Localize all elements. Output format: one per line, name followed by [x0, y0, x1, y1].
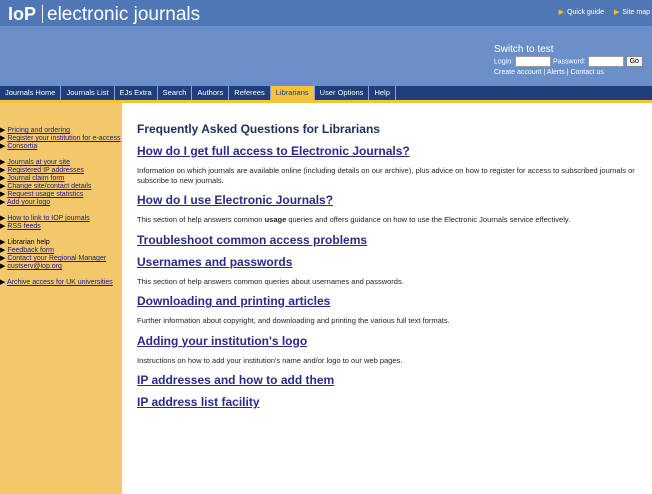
faq-heading-link[interactable]: How do I get full access to Electronic J…: [137, 144, 647, 158]
nav-tab-referees[interactable]: Referees: [229, 86, 271, 100]
sidebar-item-label[interactable]: How to link to IOP journals: [7, 215, 89, 222]
faq-section: Downloading and printing articles Further…: [137, 294, 647, 326]
contact-us-link[interactable]: Contact us: [570, 69, 603, 76]
nav-tab-journals-home[interactable]: Journals Home: [0, 86, 62, 100]
iop-logo-mark: IoP: [8, 4, 37, 24]
faq-section: IP addresses and how to add them: [137, 373, 647, 387]
go-button[interactable]: Go: [625, 56, 643, 67]
faq-section: Adding your institution's logo Instructio…: [137, 334, 647, 366]
brand-bar: IoP electronic journals ▶ Quick guide ▶ Sit…: [0, 0, 652, 26]
sidebar-group: ▶ Journals at your site ▶ Registered IP a…: [0, 159, 122, 207]
sidebar-item[interactable]: ▶ Register your institution for e-access: [0, 135, 122, 143]
faq-text-part: This section of help answers common: [137, 215, 265, 224]
sidebar-item[interactable]: ▶ custserv@iop.org: [0, 263, 122, 271]
password-label: Password:: [552, 58, 586, 66]
nav-tab-ejs-extra[interactable]: EJs Extra: [115, 86, 158, 100]
faq-description: This section of help answers common quer…: [137, 276, 404, 286]
triangle-right-icon: ▶: [558, 9, 565, 16]
main-content: Frequently Asked Questions for Librarian…: [137, 122, 647, 417]
faq-description: Information on which journals are availa…: [137, 166, 635, 185]
faq-description: Further information about copyright, and…: [137, 316, 450, 325]
faq-section: How do I use Electronic Journals? This se…: [137, 193, 647, 225]
sidebar-item[interactable]: ▶ Feedback form: [0, 247, 122, 255]
sidebar-item-label[interactable]: Change site/contact details: [7, 183, 91, 190]
sidebar-item: ▶ Librarian help: [0, 239, 122, 247]
logo-divider: [42, 5, 44, 23]
faq-heading-link[interactable]: Downloading and printing articles: [137, 294, 647, 308]
triangle-right-icon: ▶: [0, 279, 7, 286]
sidebar-group: ▶ How to link to IOP journals ▶ RSS feeds: [0, 215, 122, 231]
nav-tab-search[interactable]: Search: [158, 86, 193, 100]
faq-section: Troubleshoot common access problems: [137, 233, 647, 247]
main-nav: Journals Home Journals List EJs Extra Searc…: [0, 86, 652, 103]
faq-heading-link[interactable]: Troubleshoot common access problems: [137, 233, 647, 247]
sidebar-item-label[interactable]: Consortia: [7, 143, 37, 150]
login-form: Login: Password: Go: [494, 56, 643, 67]
sidebar-item[interactable]: ▶ Request usage statistics: [0, 191, 122, 199]
faq-heading-link[interactable]: Usernames and passwords: [137, 255, 647, 269]
sidebar-item[interactable]: ▶ Registered IP addresses: [0, 167, 122, 175]
faq-section: How do I get full access to Electronic J…: [137, 144, 647, 185]
sidebar-item-label[interactable]: Feedback form: [7, 247, 54, 254]
sidebar-group: ▶ Archive access for UK universities: [0, 279, 122, 287]
top-links: ▶ Quick guide ▶ Site map: [551, 8, 650, 16]
faq-heading-link[interactable]: How do I use Electronic Journals?: [137, 193, 647, 207]
nav-tab-user-options[interactable]: User Options: [315, 86, 370, 100]
sidebar-item-label[interactable]: Registered IP addresses: [7, 167, 84, 174]
faq-text-bold: usage: [264, 215, 287, 224]
site-title: electronic journals: [47, 4, 201, 25]
quick-guide-link[interactable]: Quick guide: [567, 9, 604, 16]
faq-section: Usernames and passwords This section of h…: [137, 255, 647, 287]
sidebar: ▶ Pricing and ordering ▶ Register your in…: [0, 103, 122, 494]
site-logo[interactable]: IoP electronic journals: [8, 4, 200, 26]
sidebar-item[interactable]: ▶ Contact your Regional Manager: [0, 255, 122, 263]
sidebar-item-label[interactable]: Archive access for UK universities: [7, 279, 113, 286]
faq-description: Instructions on how to add your institut…: [137, 355, 403, 365]
sidebar-item-label[interactable]: Add your logo: [7, 199, 50, 206]
faq-heading-link[interactable]: Adding your institution's logo: [137, 334, 647, 348]
sidebar-item[interactable]: ▶ How to link to IOP journals: [0, 215, 122, 223]
login-label: Login:: [494, 58, 514, 66]
page-title: Frequently Asked Questions for Librarian…: [137, 122, 380, 136]
sidebar-item-label[interactable]: Contact your Regional Manager: [7, 255, 106, 262]
site-header: IoP electronic journals ▶ Quick guide ▶ Sit…: [0, 0, 652, 86]
nav-tab-authors[interactable]: Authors: [192, 86, 230, 100]
sidebar-item-label[interactable]: Pricing and ordering: [7, 127, 70, 134]
sidebar-item[interactable]: ▶ Pricing and ordering: [0, 127, 122, 135]
nav-tab-librarians[interactable]: Librarians: [270, 86, 315, 100]
alerts-link[interactable]: Alerts: [547, 69, 565, 76]
account-links: Create account | Alerts | Contact us: [494, 69, 604, 76]
sidebar-item[interactable]: ▶ RSS feeds: [0, 223, 122, 231]
faq-section: IP address list facility: [137, 395, 647, 409]
switch-to-test-link[interactable]: Switch to test: [494, 44, 553, 55]
faq-heading-link[interactable]: IP address list facility: [137, 395, 647, 409]
nav-tab-help[interactable]: Help: [369, 86, 396, 100]
sidebar-item[interactable]: ▶ Journals at your site: [0, 159, 122, 167]
create-account-link[interactable]: Create account: [494, 69, 541, 76]
faq-description: This section of help answers common usag…: [137, 215, 647, 225]
sidebar-item[interactable]: ▶ Add your logo: [0, 199, 122, 207]
password-input[interactable]: [587, 56, 624, 67]
triangle-right-icon: ▶: [613, 9, 620, 16]
faq-heading-link[interactable]: IP addresses and how to add them: [137, 373, 647, 387]
sidebar-item-label[interactable]: Journals at your site: [7, 159, 70, 166]
sidebar-item-label[interactable]: RSS feeds: [7, 223, 40, 230]
login-input[interactable]: [515, 56, 552, 67]
sidebar-group: ▶ Pricing and ordering ▶ Register your in…: [0, 127, 122, 151]
sidebar-item-label[interactable]: custserv@iop.org: [7, 263, 62, 270]
sidebar-group: ▶ Librarian help ▶ Feedback form ▶ Contact…: [0, 239, 122, 271]
sidebar-item-label[interactable]: Register your institution for e-access: [7, 135, 120, 142]
faq-text-part: queries and offers guidance on how to us…: [286, 215, 571, 224]
sidebar-item-label: Librarian help: [7, 239, 50, 246]
nav-tab-journals-list[interactable]: Journals List: [61, 86, 115, 100]
triangle-right-icon: ▶: [0, 199, 7, 206]
sidebar-item[interactable]: ▶ Change site/contact details: [0, 183, 122, 191]
sidebar-item-label[interactable]: Request usage statistics: [7, 191, 83, 198]
sidebar-item[interactable]: ▶ Archive access for UK universities: [0, 279, 122, 287]
sidebar-item[interactable]: ▶ Journal claim form: [0, 175, 122, 183]
sidebar-item-label[interactable]: Journal claim form: [7, 175, 64, 182]
site-map-link[interactable]: Site map: [622, 9, 650, 16]
sidebar-item[interactable]: ▶ Consortia: [0, 143, 122, 151]
